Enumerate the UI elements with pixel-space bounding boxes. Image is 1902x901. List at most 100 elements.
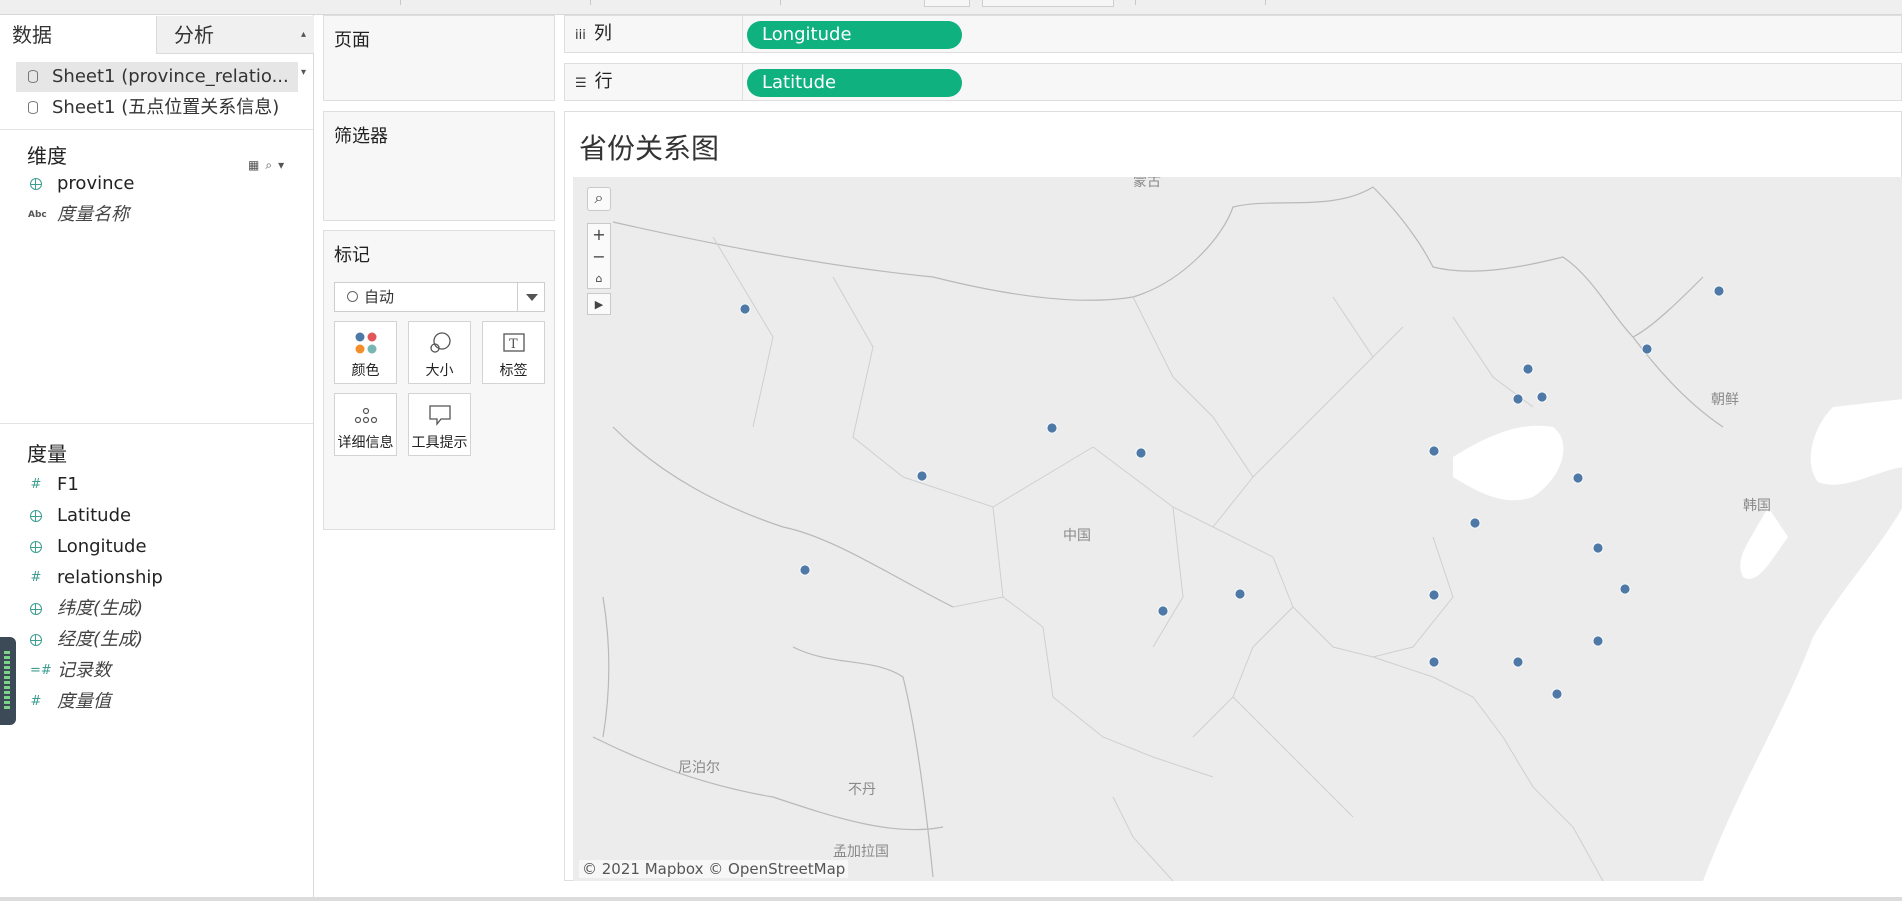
- tab-data[interactable]: 数据: [0, 16, 156, 54]
- latitude-pill[interactable]: Latitude: [747, 69, 962, 97]
- province-mark[interactable]: [1428, 656, 1440, 668]
- province-mark[interactable]: [1469, 517, 1481, 529]
- view-grid-icon[interactable]: ▦: [248, 158, 265, 172]
- province-mark[interactable]: [1046, 422, 1058, 434]
- data-source-item[interactable]: Sheet1 (五点位置关系信息): [16, 93, 298, 123]
- text-label-icon: T: [503, 333, 525, 352]
- field-label: F1: [57, 474, 79, 495]
- size-icon: [430, 332, 451, 353]
- tooltip-icon: [429, 405, 451, 426]
- field-label: relationship: [57, 567, 163, 588]
- province-mark[interactable]: [1572, 472, 1584, 484]
- measure-field-latitude[interactable]: Latitude: [30, 501, 131, 531]
- svg-text:T: T: [509, 337, 518, 352]
- tab-analysis[interactable]: 分析 ▴ ▾: [156, 16, 314, 78]
- columns-shelf[interactable]: iii 列 Longitude: [564, 15, 1902, 53]
- label-button[interactable]: T 标签: [482, 321, 545, 384]
- data-source-item[interactable]: Sheet1 (province_relatio...: [16, 62, 298, 92]
- globe-icon: [30, 541, 42, 553]
- rows-label: ☰ 行: [575, 71, 613, 92]
- field-label: 度量值: [57, 691, 111, 712]
- map-view[interactable]: ⌕ + − ⌂ ▶ 蒙古 中国 朝鲜 韩国 尼泊尔 不丹 孟加拉国 © 2021…: [573, 177, 1902, 881]
- field-label: 经度(生成): [57, 629, 144, 650]
- province-mark[interactable]: [799, 564, 811, 576]
- measure-field-generated-latitude[interactable]: 纬度(生成): [30, 594, 143, 624]
- province-mark[interactable]: [1135, 447, 1147, 459]
- province-mark[interactable]: [1551, 688, 1563, 700]
- marks-card: 标记 自动 颜色 大小 T 标签 详细信息 工具提示: [323, 230, 555, 530]
- province-mark[interactable]: [1592, 542, 1604, 554]
- measures-title: 度量: [27, 442, 67, 466]
- divider: [0, 129, 313, 130]
- hash-icon: =#: [30, 663, 52, 678]
- measure-field-measure-values[interactable]: # 度量值: [30, 687, 111, 717]
- tab-analysis-label: 分析: [174, 23, 214, 47]
- divider: [0, 423, 313, 424]
- tab-scroll-icon[interactable]: ▴ ▾: [301, 16, 306, 92]
- province-mark[interactable]: [1641, 343, 1653, 355]
- measure-field-longitude[interactable]: Longitude: [30, 532, 147, 562]
- color-button[interactable]: 颜色: [334, 321, 397, 384]
- province-mark[interactable]: [1713, 285, 1725, 297]
- hash-icon: #: [30, 694, 42, 709]
- province-mark[interactable]: [1157, 605, 1169, 617]
- chevron-down-icon[interactable]: ▾: [278, 158, 290, 172]
- tooltip-label: 工具提示: [411, 435, 468, 451]
- data-source-label: Sheet1 (province_relatio...: [52, 66, 289, 87]
- map-attribution: © 2021 Mapbox © OpenStreetMap: [579, 860, 849, 878]
- filters-card[interactable]: 筛选器: [323, 111, 555, 221]
- rows-shelf[interactable]: ☰ 行 Latitude: [564, 63, 1902, 101]
- province-mark[interactable]: [1428, 445, 1440, 457]
- province-mark[interactable]: [1522, 363, 1534, 375]
- abc-icon: Abc: [28, 210, 47, 220]
- data-source-label: Sheet1 (五点位置关系信息): [52, 97, 280, 118]
- detail-button[interactable]: 详细信息: [334, 393, 397, 456]
- side-meter-widget[interactable]: [0, 637, 16, 725]
- detail-icon: [354, 407, 378, 424]
- chevron-down-icon[interactable]: [517, 283, 544, 311]
- viz-title: 省份关系图: [579, 132, 720, 165]
- measure-field-record-count[interactable]: =# 记录数: [30, 656, 111, 686]
- data-pane: 数据 分析 ▴ ▾ Sheet1 (province_relatio... She…: [0, 15, 314, 899]
- province-mark[interactable]: [739, 303, 751, 315]
- measure-field-relationship[interactable]: # relationship: [30, 563, 163, 593]
- globe-icon: [30, 178, 42, 190]
- tooltip-button[interactable]: 工具提示: [408, 393, 471, 456]
- hash-icon: #: [30, 570, 42, 585]
- globe-icon: [30, 603, 42, 615]
- province-mark[interactable]: [916, 470, 928, 482]
- province-mark[interactable]: [1536, 391, 1548, 403]
- color-label: 颜色: [351, 363, 380, 379]
- bottom-scrollbar[interactable]: [0, 897, 1902, 901]
- columns-icon: iii: [575, 28, 586, 43]
- mark-type-dropdown[interactable]: 自动: [334, 282, 545, 312]
- field-label: 纬度(生成): [57, 598, 144, 619]
- field-label: province: [57, 173, 135, 194]
- field-label: Latitude: [57, 505, 132, 526]
- province-mark[interactable]: [1428, 589, 1440, 601]
- size-button[interactable]: 大小: [408, 321, 471, 384]
- dimension-tools[interactable]: ▦⌕▾: [248, 158, 290, 173]
- province-mark[interactable]: [1512, 656, 1524, 668]
- divider: [742, 64, 743, 100]
- pages-card[interactable]: 页面: [323, 15, 555, 101]
- dimension-field-province[interactable]: province: [30, 169, 134, 199]
- dimension-field-measure-names[interactable]: Abc 度量名称: [28, 200, 129, 230]
- field-label: Longitude: [57, 536, 147, 557]
- columns-label: iii 列: [575, 23, 612, 44]
- search-icon[interactable]: ⌕: [265, 158, 278, 172]
- longitude-pill[interactable]: Longitude: [747, 21, 962, 49]
- province-marks: [739, 285, 1725, 700]
- province-mark[interactable]: [1592, 635, 1604, 647]
- label-label: 标签: [499, 363, 528, 379]
- pages-title: 页面: [334, 30, 370, 51]
- meter-bars: [4, 651, 10, 711]
- field-label: 度量名称: [57, 204, 129, 225]
- divider: [742, 16, 743, 52]
- measure-field-f1[interactable]: # F1: [30, 470, 79, 500]
- province-mark[interactable]: [1234, 588, 1246, 600]
- province-mark[interactable]: [1512, 393, 1524, 405]
- marks-title: 标记: [334, 245, 370, 266]
- province-mark[interactable]: [1619, 583, 1631, 595]
- measure-field-generated-longitude[interactable]: 经度(生成): [30, 625, 143, 655]
